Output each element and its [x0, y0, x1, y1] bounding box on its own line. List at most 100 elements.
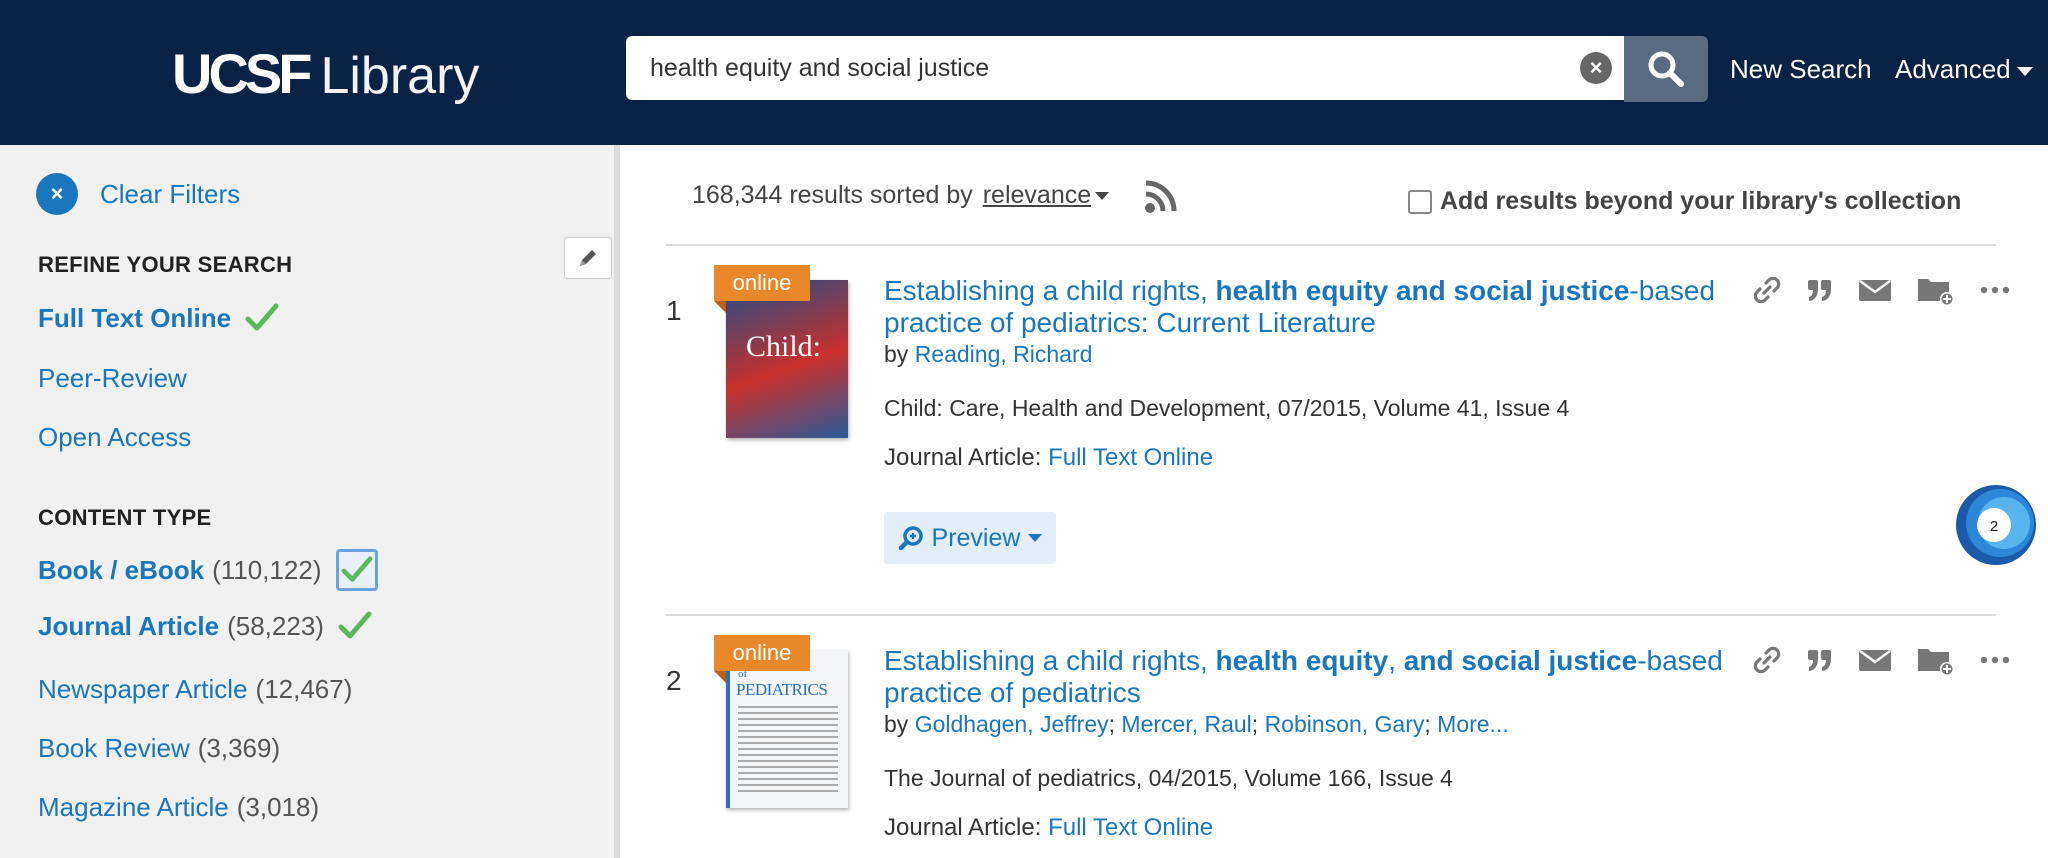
divider — [666, 614, 1996, 616]
facet-book-ebook[interactable]: Book / eBook (110,122) — [38, 549, 378, 591]
divider — [666, 244, 1996, 246]
full-text-online-link[interactable]: Full Text Online — [1048, 814, 1213, 841]
content-type-heading: CONTENT TYPE — [38, 505, 212, 530]
by-label: by — [884, 341, 909, 367]
zoom-icon — [898, 526, 923, 551]
results-count-text: 168,344 results sorted by — [692, 181, 973, 209]
new-search-link[interactable]: New Search — [1730, 54, 1872, 85]
facet-count: (3,369) — [197, 733, 281, 763]
search-icon — [1648, 51, 1684, 87]
online-badge: online — [714, 635, 810, 683]
add-results-beyond-toggle[interactable]: Add results beyond your library's collec… — [1408, 187, 1961, 216]
result-actions — [1752, 643, 2010, 677]
facet-open-access[interactable]: Open Access — [38, 422, 191, 453]
clear-filters-icon: × — [36, 173, 78, 215]
facet-book-review[interactable]: Book Review (3,369) — [38, 733, 280, 764]
full-text-online-link[interactable]: Full Text Online — [1048, 444, 1213, 471]
result-authors: by Goldhagen, Jeffrey; Mercer, Raul; Rob… — [884, 711, 1509, 737]
permalink-icon[interactable] — [1752, 275, 1782, 305]
advanced-search-dropdown[interactable]: Advanced — [1895, 54, 2033, 85]
ucsf-library-logo[interactable]: UCSF Library — [172, 30, 480, 105]
facet-count: (58,223) — [227, 610, 324, 641]
pencil-icon — [580, 250, 596, 266]
result-format: Journal Article: Full Text Online — [884, 814, 1213, 842]
result-source: The Journal of pediatrics, 04/2015, Volu… — [884, 765, 1453, 791]
clear-filters-button[interactable]: × Clear Filters — [36, 173, 240, 215]
facet-count: (110,122) — [212, 554, 322, 585]
results-summary: 168,344 results sorted by relevance — [692, 181, 1109, 210]
check-icon — [341, 556, 372, 582]
cover-image[interactable]: Child: — [726, 280, 848, 438]
facet-label: Newspaper Article — [38, 674, 248, 704]
facet-journal-article[interactable]: Journal Article (58,223) — [38, 610, 372, 642]
more-options-icon[interactable] — [1980, 655, 2010, 665]
filter-sidebar: × Clear Filters REFINE YOUR SEARCH Full … — [0, 145, 620, 858]
cite-quote-icon[interactable] — [1806, 646, 1834, 674]
cover-image[interactable]: of PEDIATRICS — [726, 650, 848, 808]
facet-label: Magazine Article — [38, 792, 229, 822]
email-icon[interactable] — [1858, 647, 1892, 673]
cover-title-text: PEDIATRICS — [736, 680, 828, 699]
author-link[interactable]: Reading, Richard — [915, 341, 1093, 367]
cover-title-text: Child: — [746, 330, 822, 363]
author-link[interactable]: Mercer, Raul — [1121, 711, 1251, 737]
result-title-link[interactable]: Establishing a child rights, health equi… — [884, 645, 1744, 709]
save-to-folder-icon[interactable] — [1916, 643, 1956, 677]
facet-label: Open Access — [38, 422, 192, 452]
facet-checkbox[interactable] — [335, 549, 378, 591]
beyond-checkbox[interactable] — [1408, 189, 1432, 214]
result-actions — [1752, 273, 2010, 307]
more-options-icon[interactable] — [1980, 285, 2010, 295]
facet-magazine-article[interactable]: Magazine Article (3,018) — [38, 792, 319, 823]
logo-ucsf: UCSF — [172, 42, 312, 105]
permalink-icon[interactable] — [1752, 645, 1782, 675]
result-item: 1 online Child: Establishing a child rig… — [666, 265, 2036, 565]
facet-label: Book / eBook — [38, 554, 205, 585]
edit-filters-button[interactable] — [564, 237, 612, 279]
logo-library: Library — [320, 47, 480, 105]
author-link[interactable]: Goldhagen, Jeffrey — [915, 711, 1109, 737]
by-label: by — [884, 711, 909, 737]
search-input[interactable] — [650, 36, 1550, 100]
preview-button[interactable]: Preview — [884, 512, 1056, 564]
save-to-folder-icon[interactable] — [1916, 273, 1956, 307]
facet-count: (3,018) — [236, 792, 320, 822]
facet-count: (12,467) — [255, 674, 353, 704]
title-part: Establishing a child rights, — [884, 645, 1216, 676]
beyond-label: Add results beyond your library's collec… — [1440, 187, 1962, 215]
results-panel: 168,344 results sorted by relevance Add … — [626, 145, 2048, 858]
search-button[interactable] — [1624, 36, 1708, 102]
more-authors-link[interactable]: More... — [1437, 711, 1509, 737]
title-part: Establishing a child rights, — [884, 275, 1216, 306]
facet-peer-review[interactable]: Peer-Review — [38, 363, 187, 394]
altmetric-score: 2 — [1990, 518, 1998, 535]
facet-newspaper-article[interactable]: Newspaper Article (12,467) — [38, 674, 352, 705]
result-item: 2 online of PEDIATRICS Establishing a ch… — [666, 635, 2010, 858]
facet-label: Full Text Online — [38, 302, 232, 333]
cover-text-lines — [738, 706, 838, 796]
result-authors: by Reading, Richard — [884, 341, 1092, 368]
clear-filters-label: Clear Filters — [100, 178, 241, 209]
facet-full-text-online[interactable]: Full Text Online — [38, 302, 279, 334]
email-icon[interactable] — [1858, 277, 1892, 303]
cite-quote-icon[interactable] — [1806, 276, 1834, 304]
result-number: 1 — [666, 295, 682, 326]
title-highlight: health equity and social justice — [1215, 275, 1630, 306]
author-link[interactable]: Robinson, Gary — [1265, 711, 1425, 737]
result-source: Child: Care, Health and Development, 07/… — [884, 395, 1570, 421]
result-title-link[interactable]: Establishing a child rights, health equi… — [884, 275, 1744, 339]
sort-dropdown[interactable]: relevance — [983, 181, 1109, 210]
search-box: × — [626, 36, 1624, 100]
facet-label: Book Review — [38, 733, 190, 763]
facet-label: Journal Article — [38, 610, 220, 641]
rss-feed-icon[interactable] — [1142, 179, 1182, 220]
result-format: Journal Article: Full Text Online — [884, 444, 1213, 472]
check-icon — [338, 611, 372, 639]
clear-search-icon[interactable]: × — [1580, 52, 1612, 84]
top-header: UCSF Library × New Search Advanced — [0, 0, 2048, 145]
format-label: Journal Article: — [884, 444, 1042, 471]
altmetric-badge[interactable]: 2 — [1954, 483, 2038, 567]
format-label: Journal Article: — [884, 814, 1042, 841]
preview-label: Preview — [931, 523, 1021, 552]
result-number: 2 — [666, 665, 682, 696]
